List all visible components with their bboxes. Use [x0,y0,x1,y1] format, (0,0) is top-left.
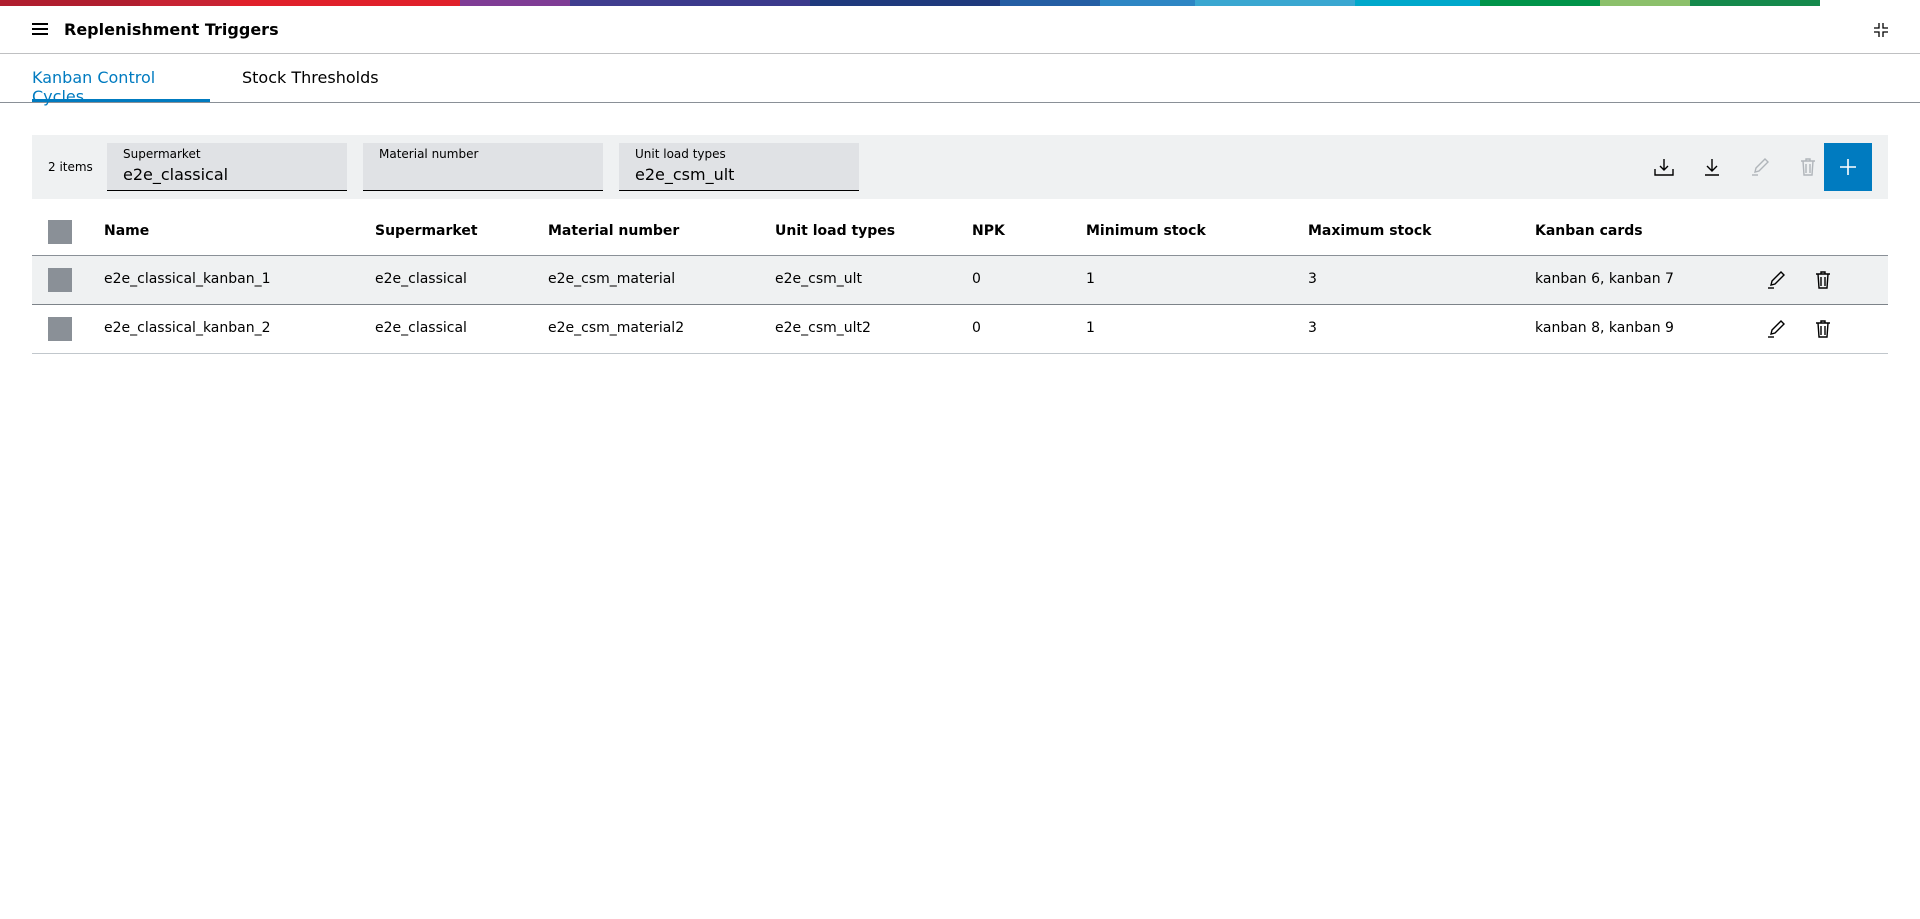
row-edit-button[interactable] [1764,317,1788,341]
table-cell: e2e_classical_kanban_1 [104,271,271,287]
row-checkbox[interactable] [48,268,72,292]
upload-icon [1654,159,1674,176]
table-cell: e2e_classical_kanban_2 [104,320,271,336]
column-header[interactable]: NPK [972,223,1005,239]
table-cell: e2e_classical [375,271,467,287]
table-cell: 1 [1086,320,1095,336]
column-header[interactable]: Maximum stock [1308,223,1431,239]
supermarket-filter-label: Supermarket [123,147,201,161]
table-cell: kanban 8, kanban 9 [1535,320,1674,336]
grid-icon[interactable] [1872,21,1890,39]
table-cell: e2e_csm_material2 [548,320,685,336]
tab-bar: Kanban Control Cycles Stock Thresholds [0,55,1920,106]
table-row[interactable]: e2e_classical_kanban_1 e2e_classical e2e… [32,256,1888,305]
page-title: Replenishment Triggers [64,20,279,39]
table-cell: 3 [1308,320,1317,336]
row-edit-button[interactable] [1764,268,1788,292]
tab-stock-thresholds[interactable]: Stock Thresholds [242,68,379,102]
edit-selected-button[interactable] [1736,143,1784,191]
delete-icon [1816,271,1830,289]
table-cell: 0 [972,320,981,336]
table-cell: e2e_csm_ult2 [775,320,871,336]
column-header[interactable]: Kanban cards [1535,223,1643,239]
row-delete-button[interactable] [1811,317,1835,341]
unit-load-types-filter-label: Unit load types [635,147,726,161]
edit-icon [1768,320,1785,338]
table-cell: kanban 6, kanban 7 [1535,271,1674,287]
material-number-filter-label: Material number [379,147,479,161]
table-row[interactable]: e2e_classical_kanban_2 e2e_classical e2e… [32,305,1888,354]
row-checkbox[interactable] [48,317,72,341]
column-header[interactable]: Material number [548,223,679,239]
material-number-filter[interactable]: Material number [363,143,603,191]
unit-load-types-filter[interactable]: Unit load types e2e_csm_ult [619,143,859,191]
delete-icon [1801,158,1815,176]
column-header[interactable]: Unit load types [775,223,895,239]
tab-kanban-control-cycles[interactable]: Kanban Control Cycles [32,68,210,106]
table-cell: e2e_classical [375,320,467,336]
table-header: Name Supermarket Material number Unit lo… [32,211,1888,256]
table-cell: 3 [1308,271,1317,287]
edit-icon [1768,271,1785,289]
menu-icon[interactable] [32,23,48,37]
item-count: 2 items [48,160,93,174]
download-icon [1705,159,1719,176]
supermarket-filter-value[interactable]: e2e_classical [123,165,228,184]
download-button[interactable] [1688,143,1736,191]
column-header[interactable]: Minimum stock [1086,223,1206,239]
export-button[interactable] [1640,143,1688,191]
table-toolbar: 2 items Supermarket e2e_classical Materi… [32,135,1888,199]
column-header[interactable]: Supermarket [375,223,478,239]
delete-icon [1816,320,1830,338]
add-icon [1840,159,1856,175]
column-header[interactable]: Name [104,223,149,239]
table-cell: 0 [972,271,981,287]
select-all-checkbox[interactable] [48,220,72,244]
row-delete-button[interactable] [1811,268,1835,292]
app-header: Replenishment Triggers [0,6,1920,54]
table-cell: e2e_csm_material [548,271,676,287]
add-button[interactable] [1824,143,1872,191]
table-cell: 1 [1086,271,1095,287]
unit-load-types-filter-value[interactable]: e2e_csm_ult [635,165,734,184]
table-cell: e2e_csm_ult [775,271,863,287]
supermarket-filter[interactable]: Supermarket e2e_classical [107,143,347,191]
edit-icon [1752,158,1769,176]
